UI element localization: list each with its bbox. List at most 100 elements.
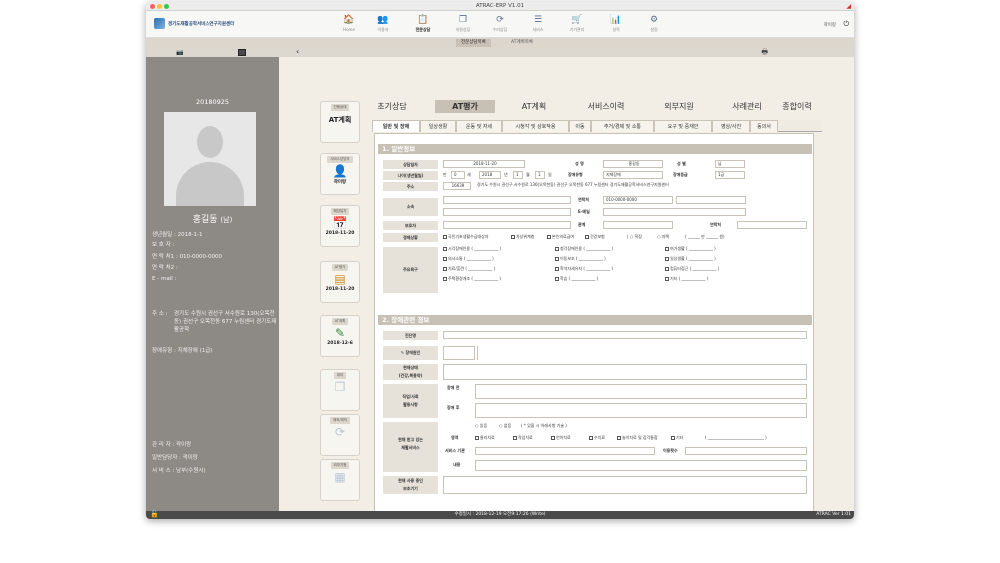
- avatar[interactable]: [164, 112, 256, 206]
- checkbox[interactable]: [671, 436, 675, 440]
- nav-performance[interactable]: 📊 실적: [601, 14, 631, 33]
- tab-daily-life[interactable]: 일상생활: [420, 120, 456, 132]
- content-field[interactable]: [475, 460, 807, 471]
- tab-needs-intervention[interactable]: 요구 및 중재안: [654, 120, 712, 132]
- birth-day-field[interactable]: 1: [535, 171, 545, 179]
- need-option[interactable]: 청각장애인용 ( ____________ ): [555, 245, 613, 253]
- nav-repair-consult[interactable]: ⟳ 수리상담: [485, 14, 515, 33]
- checkbox[interactable]: [443, 277, 447, 281]
- diagnosis-field[interactable]: [443, 331, 807, 339]
- current-status-field[interactable]: [443, 364, 807, 380]
- disability-type-field[interactable]: 지체장애: [603, 171, 663, 179]
- relation-field[interactable]: [603, 221, 673, 229]
- address-field[interactable]: 경기도 수원시 권선구 서수원로 130(오목천동) 권선구 오목천동 677 …: [475, 182, 807, 190]
- checkbox[interactable]: [443, 235, 447, 239]
- step-at-plan[interactable]: AT계획 ✎ 2018-12-6: [320, 315, 360, 357]
- cause-detail-field[interactable]: [477, 346, 807, 360]
- tab-media[interactable]: 영상/사진: [712, 120, 750, 132]
- checkbox[interactable]: [555, 247, 559, 251]
- tab-motor-posture[interactable]: 운동 및 자세: [456, 120, 502, 132]
- step-rental[interactable]: 대여 ❐: [320, 369, 360, 411]
- checkbox[interactable]: [665, 277, 669, 281]
- nav-users[interactable]: 👥 이용자: [368, 14, 398, 33]
- job-option-2[interactable]: ○ 자택: [657, 233, 669, 241]
- tab-service-history[interactable]: 서비스이력: [573, 100, 639, 113]
- cause-field[interactable]: [443, 346, 475, 360]
- nav-service[interactable]: ☰ 서비스: [523, 14, 553, 33]
- tab-mobility[interactable]: 이동: [569, 120, 591, 132]
- tab-initial-consult[interactable]: 초기상담: [366, 100, 418, 113]
- nav-settings[interactable]: ⚙ 설정: [639, 14, 669, 33]
- therapy-option[interactable]: 기타: [671, 434, 683, 442]
- therapy-other-field[interactable]: ( ____________________________ ): [705, 434, 767, 442]
- image-icon[interactable]: [238, 49, 246, 56]
- income-field[interactable]: ( ______ 만 ______ 원): [685, 233, 725, 241]
- consult-date-field[interactable]: 2018-11-20: [443, 160, 525, 168]
- therapy-option[interactable]: 작업치료: [513, 434, 533, 442]
- frequency-field[interactable]: [685, 447, 807, 455]
- job-option-1[interactable]: ( ○ 직장: [627, 233, 642, 241]
- checkbox[interactable]: [443, 257, 447, 261]
- back-arrow-icon[interactable]: ‹: [296, 47, 299, 56]
- step-manufacture[interactable]: 제조/제작 ⟳: [320, 414, 360, 456]
- power-icon[interactable]: ⏻: [843, 20, 849, 29]
- therapy-option[interactable]: 언어치료: [551, 434, 571, 442]
- checkbox[interactable]: [617, 436, 621, 440]
- checkbox[interactable]: [555, 267, 559, 271]
- need-option[interactable]: 주택환경개조 ( ____________ ): [443, 275, 501, 283]
- checkbox[interactable]: [547, 235, 551, 239]
- tab-audiovisual[interactable]: 시청각 및 상호작용: [502, 120, 569, 132]
- therapy-option[interactable]: 물리치료: [475, 434, 495, 442]
- rehab-no-option[interactable]: ○ 없음: [499, 422, 511, 430]
- therapy-option[interactable]: 수치료: [589, 434, 605, 442]
- need-option[interactable]: 학습 ( ____________ ): [555, 275, 598, 283]
- tab-consent[interactable]: 동의서: [750, 120, 778, 132]
- nav-device-management[interactable]: 🛒 기기관리: [562, 14, 592, 33]
- checkbox[interactable]: [511, 235, 515, 239]
- need-option[interactable]: 컴퓨터접근 ( ____________ ): [665, 265, 719, 273]
- birth-year-field[interactable]: 2018: [479, 171, 501, 179]
- tab-housing-economy[interactable]: 주거/경제 및 소통: [591, 120, 654, 132]
- checkbox[interactable]: [665, 267, 669, 271]
- economy-option-2[interactable]: 차상위계층: [511, 233, 534, 241]
- tab-at-evaluation[interactable]: AT평가: [435, 100, 495, 113]
- device-field[interactable]: [443, 476, 807, 494]
- affiliation-field-2[interactable]: [443, 208, 571, 216]
- checkbox[interactable]: [589, 436, 593, 440]
- need-option[interactable]: 치료/훈련 ( ____________ ): [443, 265, 495, 273]
- need-option[interactable]: 이동보조 ( ____________ ): [555, 255, 606, 263]
- economy-option-3[interactable]: 본인의료급여: [547, 233, 574, 241]
- affiliation-field-1[interactable]: [443, 196, 571, 204]
- subtab-expert-consult-list[interactable]: 전문상담목록: [456, 39, 491, 47]
- economy-option-1[interactable]: 국민기초생활수급대상자: [443, 233, 488, 241]
- tab-at-plan[interactable]: AT계획: [506, 100, 562, 113]
- contact-field[interactable]: 010-0000-0000: [603, 196, 673, 204]
- step-staff[interactable]: 서비스담당자 👤 곽이랑: [320, 153, 360, 195]
- tab-case-management[interactable]: 사례관리: [719, 100, 775, 113]
- checkbox[interactable]: [665, 257, 669, 261]
- step-status[interactable]: 진행상태 AT계획: [320, 101, 360, 143]
- subtab-at-plan-list[interactable]: AT계획목록: [506, 39, 538, 47]
- guardian-field[interactable]: [443, 221, 571, 229]
- before-field[interactable]: [475, 384, 807, 399]
- need-option[interactable]: 학석자세유지 ( ____________ ): [555, 265, 613, 273]
- nav-home[interactable]: 🏠 Home: [334, 14, 364, 32]
- print-icon[interactable]: 🖶: [761, 48, 768, 59]
- need-option[interactable]: 기타 ( ____________ ): [665, 275, 708, 283]
- checkbox[interactable]: [665, 247, 669, 251]
- checkbox[interactable]: [555, 257, 559, 261]
- tab-overall-history[interactable]: 종합이력: [778, 100, 816, 113]
- birth-month-field[interactable]: 1: [513, 171, 523, 179]
- checkbox[interactable]: [443, 247, 447, 251]
- checkbox[interactable]: [475, 436, 479, 440]
- sex-select[interactable]: 남: [715, 160, 745, 168]
- after-field[interactable]: [475, 403, 807, 418]
- contact-field-2[interactable]: [676, 196, 746, 204]
- step-at-evaluation[interactable]: AT평가 ▤ 2018-11-20: [320, 261, 360, 303]
- name-field[interactable]: 홍길동: [603, 160, 663, 168]
- need-option[interactable]: 의사소통 ( ____________ ): [443, 255, 494, 263]
- zip-field[interactable]: 16639: [443, 182, 471, 190]
- need-option[interactable]: 여가생활 ( ____________ ): [665, 245, 716, 253]
- agency-field[interactable]: [475, 447, 655, 455]
- disability-grade-field[interactable]: 1급: [715, 171, 745, 179]
